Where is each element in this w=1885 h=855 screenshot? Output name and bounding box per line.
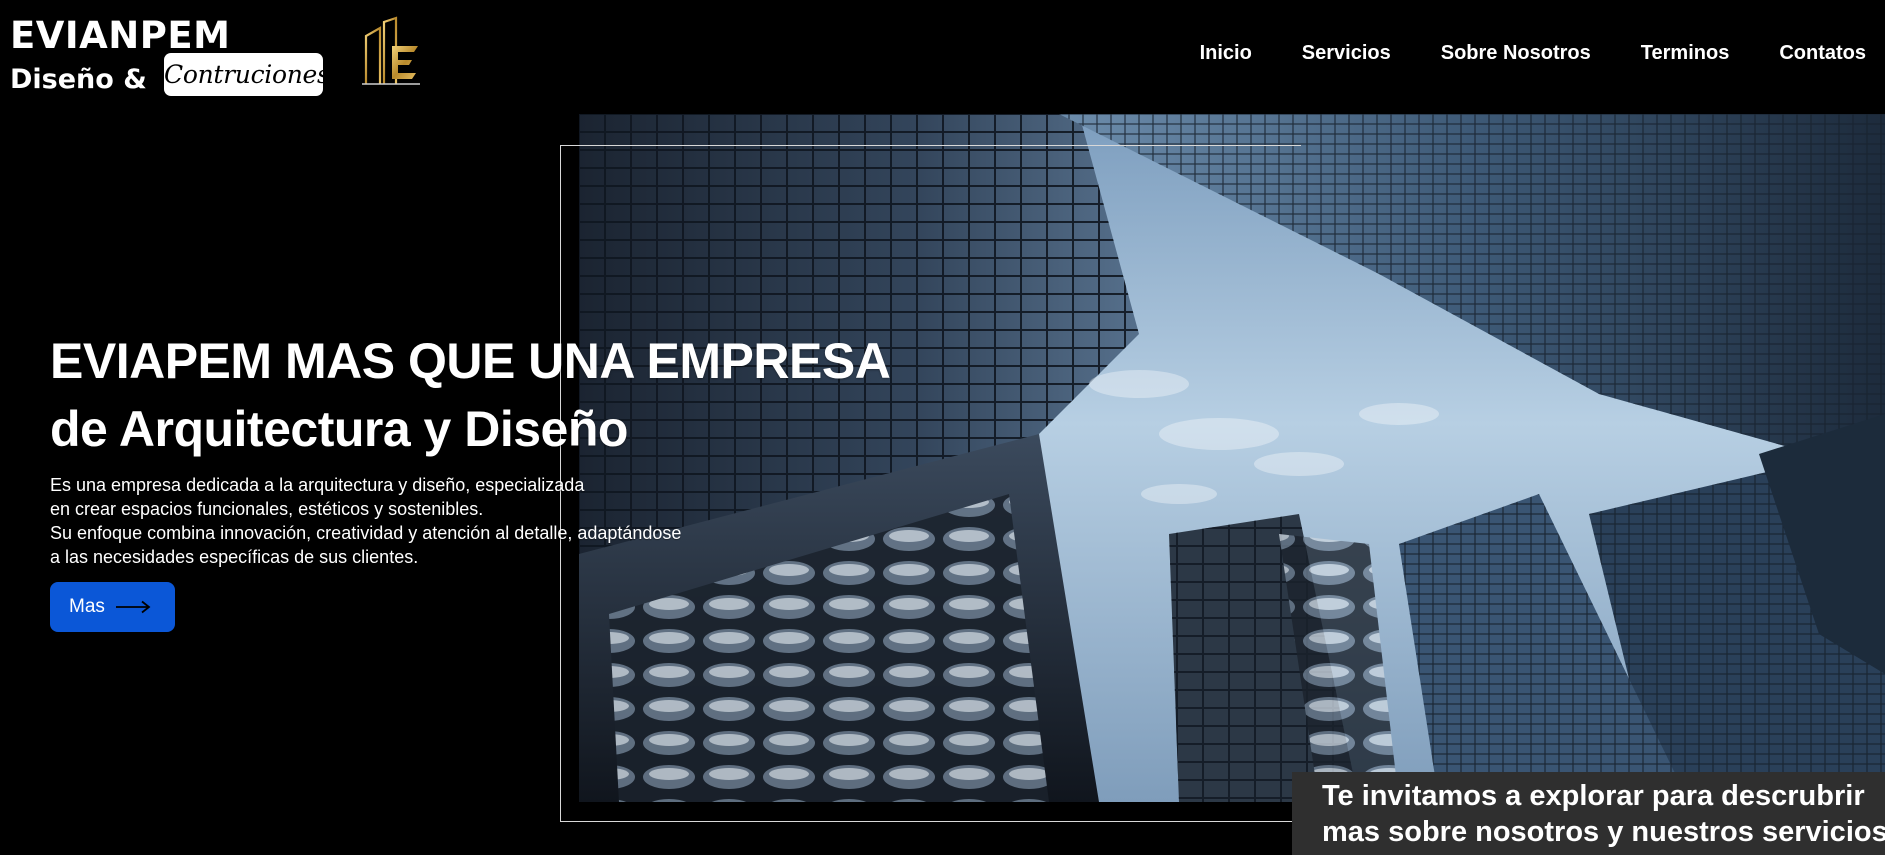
site-header: EVIANPEM Diseño & Contruciones Inicio Se… <box>0 0 1885 112</box>
hero-description-line: Es una empresa dedicada a la arquitectur… <box>50 475 585 495</box>
more-button-label: Mas <box>69 596 105 617</box>
cta-text: Te invitamos a explorar para descrubrir … <box>1322 778 1885 850</box>
arrow-right-icon <box>115 600 151 614</box>
nav-item-inicio[interactable]: Inicio <box>1200 38 1252 68</box>
hero-title-line2: de Arquitectura y Diseño <box>50 401 628 457</box>
nav-item-sobre-nosotros[interactable]: Sobre Nosotros <box>1441 38 1591 68</box>
nav-item-terminos[interactable]: Terminos <box>1641 38 1730 68</box>
hero-description-line: en crear espacios funcionales, estéticos… <box>50 499 484 519</box>
hero-description: Es una empresa dedicada a la arquitectur… <box>50 473 681 569</box>
brand-logo-block[interactable]: EVIANPEM Diseño & Contruciones <box>10 14 430 104</box>
cta-line2: mas sobre nosotros y nuestros servicios <box>1322 816 1885 848</box>
main-nav: Inicio Servicios Sobre Nosotros Terminos… <box>1200 38 1866 68</box>
cta-box: Te invitamos a explorar para descrubrir … <box>1292 772 1885 855</box>
cta-line1: Te invitamos a explorar para descrubrir <box>1322 780 1865 812</box>
nav-item-contatos[interactable]: Contatos <box>1779 38 1866 68</box>
hero-title-line1: EVIAPEM MAS QUE UNA EMPRESA <box>50 333 891 389</box>
more-button[interactable]: Mas <box>50 582 175 632</box>
page: EVIANPEM Diseño & Contruciones Inicio Se… <box>0 0 1885 855</box>
brand-pill: Contruciones <box>164 53 330 96</box>
nav-item-servicios[interactable]: Servicios <box>1302 38 1391 68</box>
hero-title: EVIAPEM MAS QUE UNA EMPRESA de Arquitect… <box>50 327 891 463</box>
brand-name: EVIANPEM <box>10 14 231 57</box>
hero-description-line: a las necesidades específicas de sus cli… <box>50 547 419 567</box>
building-logo-icon <box>362 16 420 85</box>
brand-subtitle: Diseño & <box>10 64 147 95</box>
hero-description-line: Su enfoque combina innovación, creativid… <box>50 523 682 543</box>
